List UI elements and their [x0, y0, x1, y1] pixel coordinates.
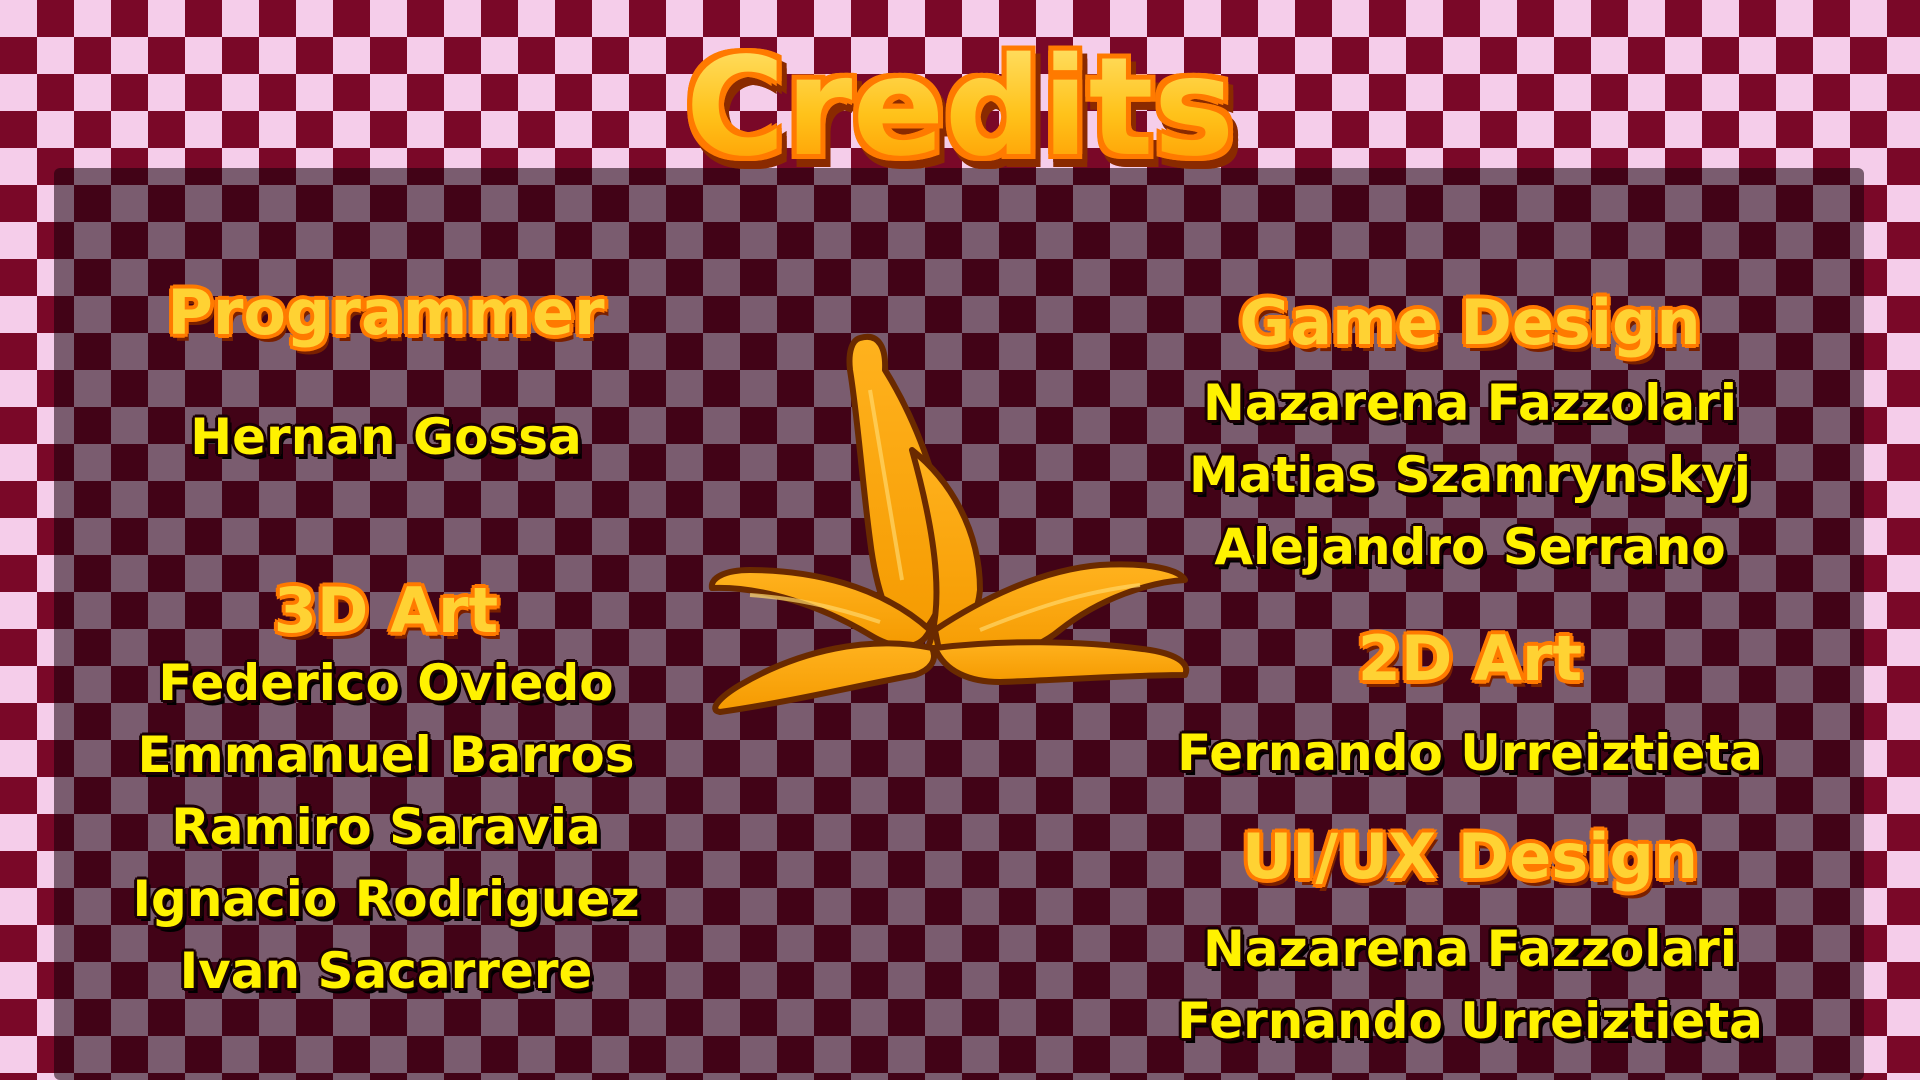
- credit-name: Nazarena Fazzolari: [1203, 374, 1737, 432]
- credit-name: Matias Szamrynskyj: [1189, 446, 1751, 504]
- credits-left-column: Programmer Hernan Gossa 3D Art Federico …: [96, 0, 676, 1080]
- credit-name: Fernando Urreiztieta: [1177, 992, 1763, 1050]
- credit-name: Ivan Sacarrere: [179, 942, 593, 1000]
- credit-name: Federico Oviedo: [158, 654, 614, 712]
- heading-game-design: Game Design: [1239, 286, 1701, 359]
- credit-name: Nazarena Fazzolari: [1203, 920, 1737, 978]
- credit-name: Emmanuel Barros: [137, 726, 635, 784]
- credit-name: Hernan Gossa: [190, 408, 582, 466]
- heading-programmer: Programmer: [167, 276, 605, 349]
- credit-name: Ignacio Rodriguez: [132, 870, 640, 928]
- credit-name: Ramiro Saravia: [171, 798, 601, 856]
- heading-ui-ux-design: UI/UX Design: [1242, 820, 1698, 893]
- heading-2d-art: 2D Art: [1357, 622, 1583, 695]
- heading-3d-art: 3D Art: [273, 574, 499, 647]
- credit-name: Fernando Urreiztieta: [1177, 724, 1763, 782]
- credits-right-column: Game Design Nazarena Fazzolari Matias Sz…: [1140, 0, 1800, 1080]
- credit-name: Alejandro Serrano: [1214, 518, 1726, 576]
- banana-peel-icon: [708, 333, 1190, 715]
